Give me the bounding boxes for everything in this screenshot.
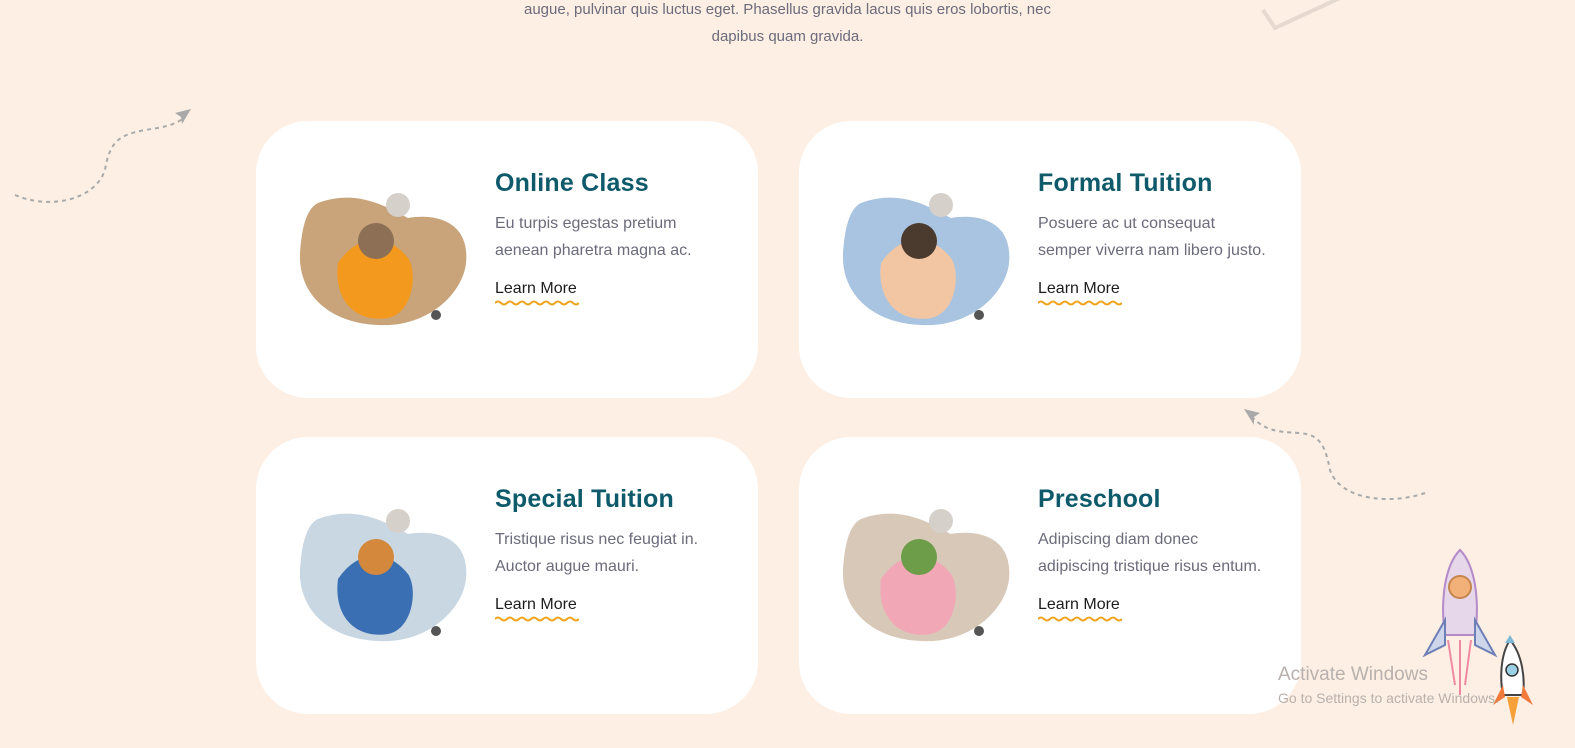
card-description-line-2: Auctor augue mauri. [495,558,640,575]
service-card: Special Tuition Tristique risus nec feugi… [256,437,758,714]
card-body: Formal Tuition Posuere ac ut consequat sem… [1038,169,1283,306]
card-title: Preschool [1038,485,1161,513]
card-title: Formal Tuition [1038,169,1213,197]
wavy-underline-icon [495,616,579,622]
wavy-underline-icon [1038,616,1122,622]
paper-plane-outline-icon [1261,0,1341,31]
intro-line-2: dapibus quam gravida. [711,28,864,45]
card-body: Preschool Adipiscing diam donec adipiscing… [1038,485,1283,622]
card-description: Adipiscing diam donec adipiscing tristiqu… [1038,526,1283,580]
dotted-arrow-icon [14,109,191,203]
card-body: Online Class Eu turpis egestas pretium aen… [495,169,740,306]
intro-line-1: augue, pulvinar quis luctus eget. Phasel… [524,1,1051,18]
windows-activation-watermark: Activate Windows Go to Settings to activ… [1278,664,1499,706]
learn-more-link[interactable]: Learn More [1038,596,1122,622]
learn-more-link[interactable]: Learn More [1038,280,1122,306]
card-description-line-1: Tristique risus nec feugiat in. [495,531,699,548]
learn-more-link[interactable]: Learn More [495,596,579,622]
wavy-underline-icon [1038,300,1122,306]
card-title: Online Class [495,169,649,197]
learn-more-label: Learn More [1038,280,1120,297]
learn-more-link[interactable]: Learn More [495,280,579,306]
learn-more-label: Learn More [1038,596,1120,613]
intro-text: augue, pulvinar quis luctus eget. Phasel… [430,0,1145,50]
service-card: Preschool Adipiscing diam donec adipiscing… [799,437,1301,714]
card-description: Eu turpis egestas pretium aenean pharetra… [495,210,740,264]
learn-more-label: Learn More [495,596,577,613]
card-title: Special Tuition [495,485,674,513]
card-description-line-2: adipiscing tristique risus entum. [1038,558,1262,575]
card-description-line-1: Adipiscing diam donec [1038,531,1199,548]
card-image [299,509,467,642]
service-card: Formal Tuition Posuere ac ut consequat sem… [799,121,1301,398]
card-description-line-2: aenean pharetra magna ac. [495,242,692,259]
card-image [299,193,467,326]
card-description: Tristique risus nec feugiat in. Auctor au… [495,526,740,580]
card-description: Posuere ac ut consequat semper viverra na… [1038,210,1283,264]
card-description-line-1: Eu turpis egestas pretium [495,215,677,232]
card-image [842,509,1010,642]
learn-more-label: Learn More [495,280,577,297]
card-description-line-1: Posuere ac ut consequat [1038,215,1216,232]
watermark-title: Activate Windows [1278,664,1428,685]
service-card: Online Class Eu turpis egestas pretium aen… [256,121,758,398]
card-image [842,193,1010,326]
watermark-subtitle: Go to Settings to activate Windows. [1278,690,1499,706]
card-description-line-2: semper viverra nam libero justo. [1038,242,1266,259]
card-body: Special Tuition Tristique risus nec feugi… [495,485,740,622]
wavy-underline-icon [495,300,579,306]
